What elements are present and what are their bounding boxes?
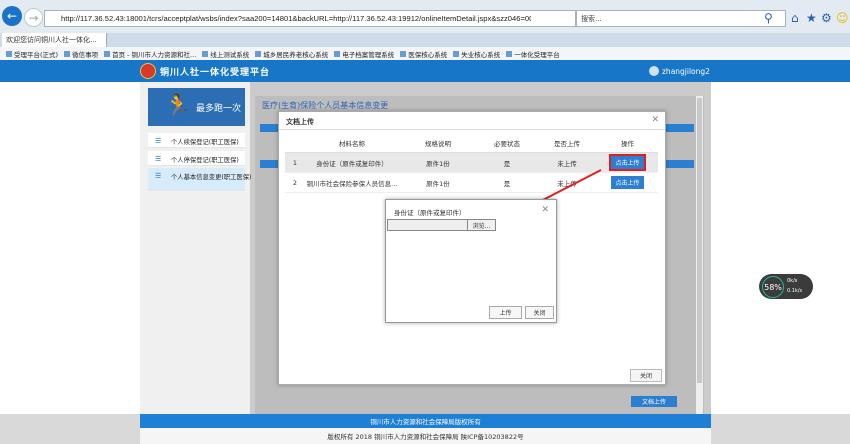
footer-info: 版权所有 2018 铜川市人力资源和社会保障局 陕ICP备10203822号 <box>140 428 711 444</box>
footer-band: 铜川市人力资源和社会保障局版权所有 <box>140 414 711 428</box>
upload-button[interactable]: 上传 <box>489 306 522 319</box>
browse-label: 浏览... <box>472 222 491 230</box>
cancel-button[interactable]: 关闭 <box>525 306 554 319</box>
cancel-label: 关闭 <box>533 310 546 317</box>
upload-label: 上传 <box>499 310 512 317</box>
memory-percent: 58% <box>762 276 784 298</box>
dialog-title: 身份证（原件或复印件） <box>394 209 466 217</box>
upload-speed: 0k/s <box>787 278 798 284</box>
footer-icp: 版权所有 2018 铜川市人力资源和社会保障局 陕ICP备10203822号 <box>327 433 524 441</box>
browse-button[interactable]: 浏览... <box>467 219 496 231</box>
network-speed-widget[interactable]: 58% 0k/s 0.1k/s <box>759 274 813 299</box>
file-upload-dialog: 身份证（原件或复印件） ✕ <box>385 199 557 323</box>
footer-copyright: 铜川市人力资源和社会保障局版权所有 <box>370 418 481 426</box>
file-path-field[interactable] <box>387 219 469 231</box>
close-icon[interactable]: ✕ <box>541 205 549 215</box>
download-speed: 0.1k/s <box>787 288 803 294</box>
